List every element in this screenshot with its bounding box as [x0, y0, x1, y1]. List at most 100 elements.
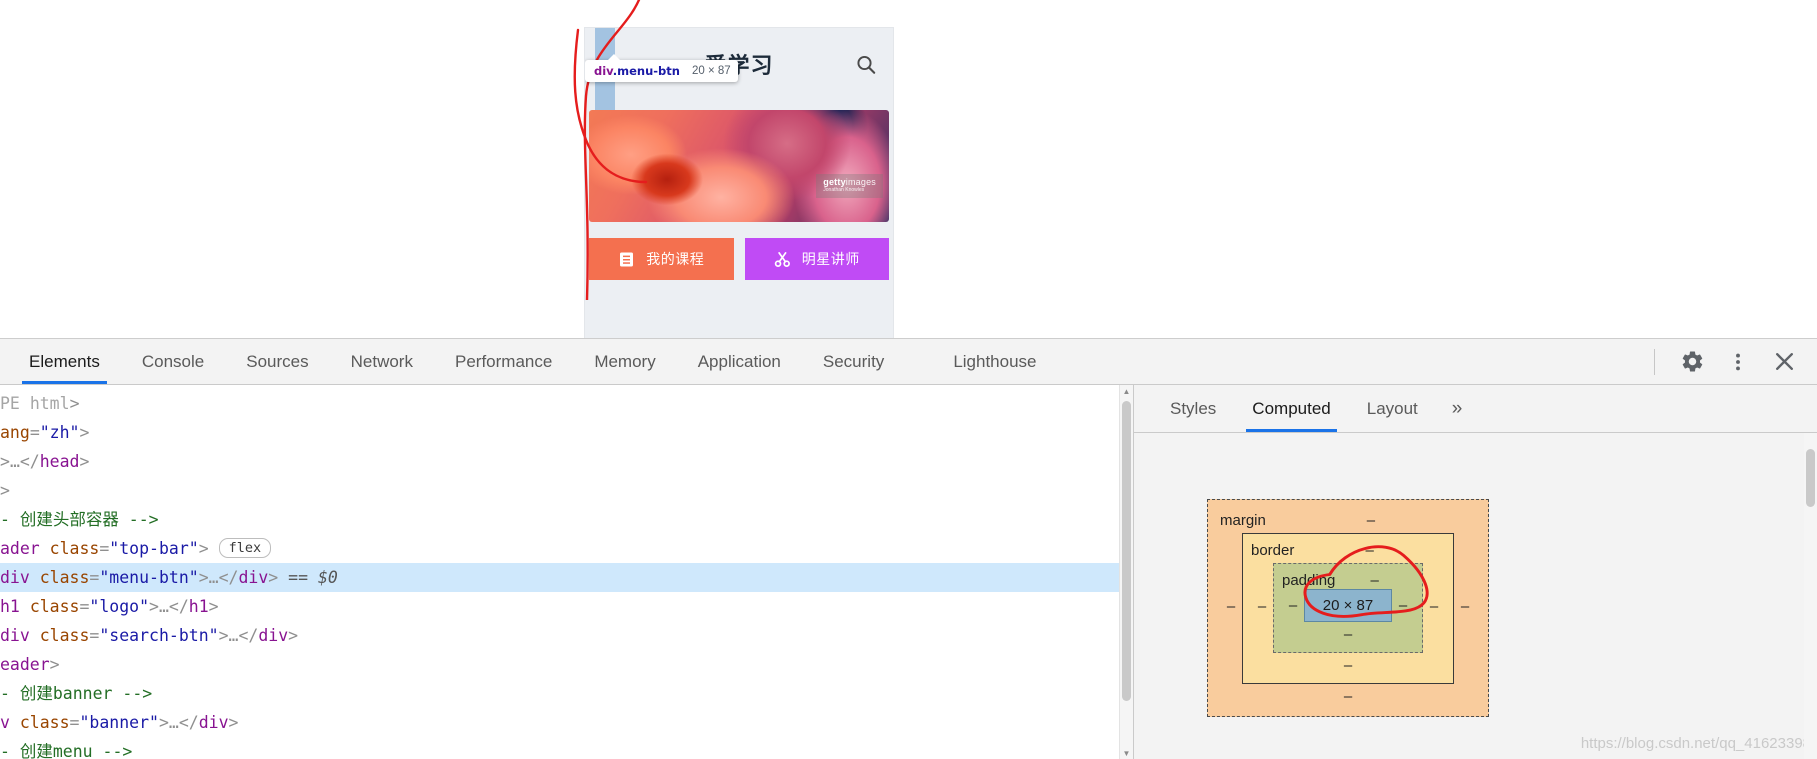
mobile-page-preview: 爱学习 gettyimages Jonathan Knowles 我的课程 明星…	[585, 28, 893, 338]
dom-token: =	[69, 713, 80, 732]
sidebar-tab-computed[interactable]: Computed	[1234, 385, 1348, 432]
tab-elements[interactable]: Elements	[8, 339, 121, 384]
box-model-diagram: margin – – border – – padding – – 20 × 8…	[1207, 499, 1489, 717]
more-options-icon[interactable]	[1715, 339, 1761, 384]
box-model-border-row: border –	[1251, 542, 1445, 559]
dom-token: - 创建头部容器 -->	[0, 510, 159, 529]
dom-token: …	[9, 452, 20, 471]
tab-application[interactable]: Application	[677, 339, 802, 384]
dom-line[interactable]: - 创建banner -->	[0, 679, 1133, 708]
devtools-tab-list: Elements Console Sources Network Perform…	[0, 339, 1650, 384]
getty-watermark-brand: gettyimages	[823, 177, 876, 187]
element-inspect-tooltip: div.menu-btn 20 × 87	[585, 54, 738, 82]
flex-badge[interactable]: flex	[218, 538, 272, 558]
dom-line-selected[interactable]: div class="menu-btn">…</div> == $0	[0, 563, 1133, 592]
menu-card-my-courses[interactable]: 我的课程	[589, 238, 734, 280]
dom-token: >	[69, 394, 80, 413]
settings-gear-icon[interactable]	[1669, 339, 1715, 384]
dom-token: eader	[0, 655, 50, 674]
padding-bottom-value[interactable]: –	[1282, 622, 1414, 644]
margin-top-value[interactable]: –	[1266, 512, 1476, 529]
dom-line[interactable]: div class="search-btn">…</div>	[0, 621, 1133, 650]
dom-line[interactable]: - 创建menu -->	[0, 737, 1133, 759]
dom-token: </	[178, 713, 199, 732]
dom-token: =	[89, 568, 100, 587]
margin-right-value[interactable]: –	[1454, 598, 1476, 615]
border-right-value[interactable]: –	[1423, 598, 1445, 615]
dom-line[interactable]: h1 class="logo">…</h1>	[0, 592, 1133, 621]
dom-token: h1	[188, 597, 209, 616]
dom-token: "zh"	[39, 423, 80, 442]
dom-token: head	[39, 452, 80, 471]
padding-top-value[interactable]: –	[1335, 572, 1414, 589]
dom-token: …	[158, 597, 169, 616]
dom-line[interactable]: v class="banner">…</div>	[0, 708, 1133, 737]
dom-token: >	[0, 481, 10, 500]
close-devtools-icon[interactable]	[1761, 339, 1807, 384]
dom-token: >	[198, 539, 219, 558]
computed-pane-content: margin – – border – – padding – – 20 × 8…	[1134, 433, 1817, 759]
border-bottom-value[interactable]: –	[1251, 653, 1445, 675]
dom-scroll-thumb[interactable]	[1122, 401, 1131, 701]
dom-line[interactable]: - 创建头部容器 -->	[0, 505, 1133, 534]
dom-token: class	[39, 568, 90, 587]
tab-lighthouse[interactable]: Lighthouse	[932, 339, 1057, 384]
dom-tree-lines: PE html> ang="zh"> >…</head> > - 创建头部容器 --> a…	[0, 389, 1133, 759]
dom-token: …	[168, 713, 179, 732]
dom-line[interactable]: PE html>	[0, 389, 1133, 418]
tab-memory[interactable]: Memory	[573, 339, 676, 384]
dom-token: class	[49, 539, 100, 558]
box-model-padding-label: padding	[1282, 572, 1336, 589]
dom-line[interactable]: ader class="top-bar"> flex	[0, 534, 1133, 563]
dom-token: "top-bar"	[109, 539, 199, 558]
tab-network[interactable]: Network	[330, 339, 434, 384]
scissors-icon	[774, 251, 791, 268]
getty-watermark-credit: Jonathan Knowles	[823, 187, 865, 193]
dom-tree-scrollbar[interactable]: ▲ ▼	[1119, 385, 1133, 759]
border-top-value[interactable]: –	[1294, 542, 1445, 559]
scroll-down-arrow[interactable]: ▼	[1120, 747, 1133, 759]
box-model-border-label: border	[1251, 542, 1295, 559]
dom-tree-pane[interactable]: PE html> ang="zh"> >…</head> > - 创建头部容器 --> a…	[0, 385, 1133, 759]
tooltip-pointer	[607, 54, 621, 61]
dom-token: </	[19, 452, 40, 471]
sidebar-tab-layout[interactable]: Layout	[1349, 385, 1436, 432]
border-left-value[interactable]: –	[1251, 598, 1273, 615]
menu-card-star-teachers[interactable]: 明星讲师	[744, 238, 889, 280]
dom-token: >	[198, 568, 209, 587]
tab-security[interactable]: Security	[802, 339, 905, 384]
dom-token: "menu-btn"	[99, 568, 199, 587]
dom-line[interactable]: >…</head>	[0, 447, 1133, 476]
tab-console[interactable]: Console	[121, 339, 225, 384]
box-model-content-size[interactable]: 20 × 87	[1304, 589, 1392, 622]
box-model-padding-box: padding – – 20 × 87 – –	[1273, 563, 1423, 653]
csdn-watermark: https://blog.csdn.net/qq_41623398	[1580, 735, 1811, 752]
dom-token: "search-btn"	[99, 626, 219, 645]
tab-sources[interactable]: Sources	[225, 339, 329, 384]
padding-left-value[interactable]: –	[1282, 597, 1304, 614]
dom-token: …	[228, 626, 239, 645]
box-model-border-mid: – padding – – 20 × 87 – – –	[1251, 559, 1445, 653]
margin-left-value[interactable]: –	[1220, 598, 1242, 615]
dom-token: ader	[0, 539, 50, 558]
tab-performance[interactable]: Performance	[434, 339, 573, 384]
styles-sidebar: Styles Computed Layout » margin – – bord…	[1133, 385, 1817, 759]
dom-token: class	[29, 597, 80, 616]
sidebar-tab-styles[interactable]: Styles	[1152, 385, 1234, 432]
sidebar-scrollbar[interactable]	[1804, 433, 1817, 759]
sidebar-scroll-thumb[interactable]	[1806, 449, 1815, 507]
scroll-up-arrow[interactable]: ▲	[1120, 385, 1133, 398]
dom-line[interactable]: eader>	[0, 650, 1133, 679]
sidebar-more-tabs-icon[interactable]: »	[1436, 385, 1479, 432]
dom-line[interactable]: >	[0, 476, 1133, 505]
box-model-border-box: border – – padding – – 20 × 87 – – – –	[1242, 533, 1454, 684]
dom-token: "logo"	[89, 597, 150, 616]
dom-line[interactable]: ang="zh">	[0, 418, 1133, 447]
padding-right-value[interactable]: –	[1392, 597, 1414, 614]
margin-bottom-value[interactable]: –	[1220, 684, 1476, 706]
dom-token: …	[208, 568, 219, 587]
dom-token: >	[79, 452, 90, 471]
dom-token: >	[49, 655, 60, 674]
search-icon[interactable]	[855, 54, 877, 76]
dom-token: </	[218, 568, 239, 587]
